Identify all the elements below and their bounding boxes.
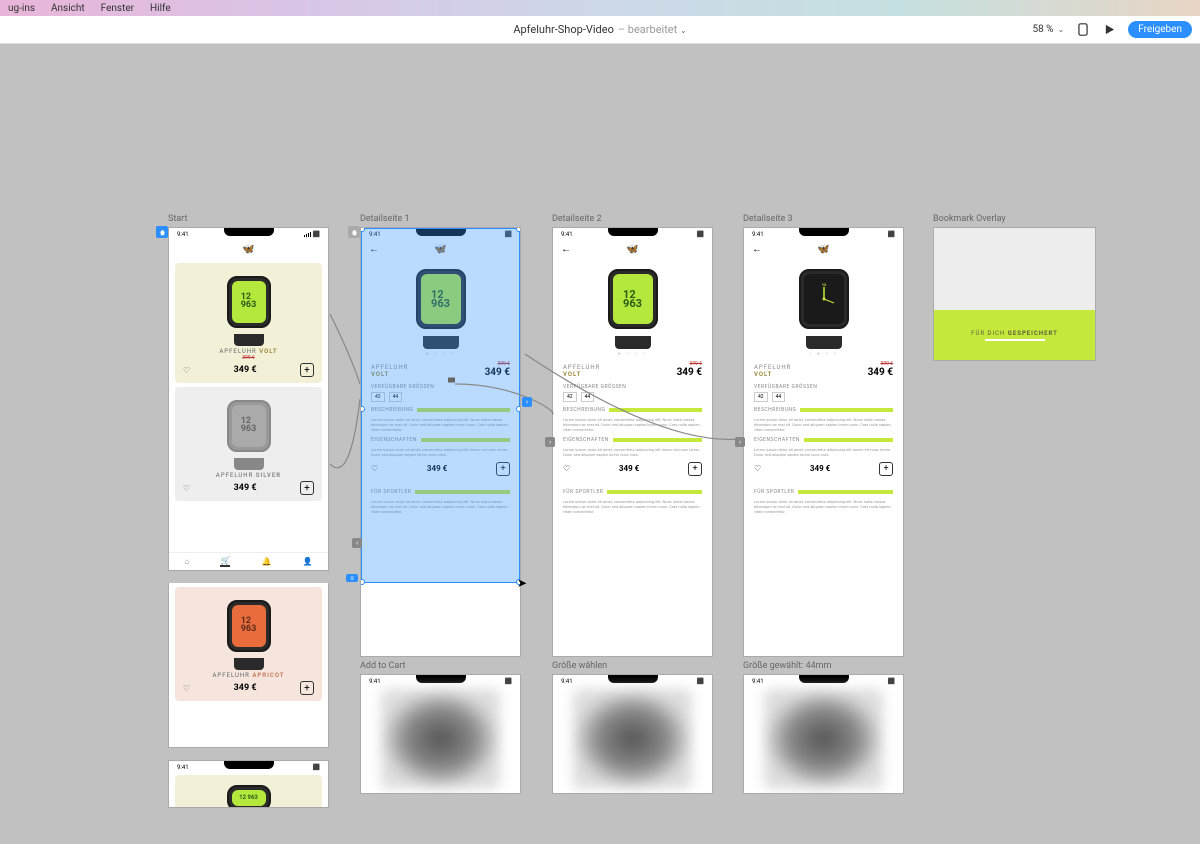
- artboard-detail-3[interactable]: Detailseite 3 9:41⬛ ←🦋 12 ○ ● ○ ○ APFELU…: [743, 214, 904, 657]
- artboard-label[interactable]: Bookmark Overlay: [933, 214, 1096, 224]
- back-arrow-icon[interactable]: ←: [369, 244, 379, 255]
- toolbar: Apfeluhr-Shop-Video– bearbeitet ⌄ 58 %⌄ …: [0, 16, 1200, 44]
- heart-icon[interactable]: ♡: [183, 366, 190, 375]
- artboard-bookmark-overlay[interactable]: Bookmark Overlay FÜR DICH GESPEICHERT: [933, 214, 1096, 361]
- phone-notch: [224, 761, 274, 769]
- back-arrow-icon[interactable]: ←: [561, 244, 571, 255]
- device-preview-icon[interactable]: [1076, 23, 1090, 37]
- menu-hilfe[interactable]: Hilfe: [150, 3, 171, 14]
- watch-image: 12 963: [219, 600, 279, 670]
- menu-ansicht[interactable]: Ansicht: [51, 3, 85, 14]
- interaction-handle[interactable]: ›: [735, 437, 745, 447]
- watch-image: 12 963: [219, 400, 279, 470]
- heart-icon[interactable]: ♡: [371, 464, 378, 473]
- home-artboard-badge[interactable]: [156, 226, 168, 238]
- tab-notif-icon[interactable]: 🔔: [261, 557, 271, 566]
- interaction-handle[interactable]: ›: [522, 397, 532, 407]
- artboard-start[interactable]: Start 9:41 ⬛ 🦋 12 963 APFELUHR VOLT 399 …: [168, 214, 329, 808]
- menubar: ug-ins Ansicht Fenster Hilfe: [0, 0, 1200, 16]
- artboard-size-picked[interactable]: Größe gewählt: 44mm 9:41⬛: [743, 661, 904, 794]
- menu-plugins[interactable]: ug-ins: [8, 3, 35, 14]
- tab-profile-icon[interactable]: 👤: [303, 557, 313, 566]
- menu-fenster[interactable]: Fenster: [101, 3, 134, 14]
- add-button[interactable]: +: [300, 681, 314, 695]
- interaction-handle[interactable]: ›: [545, 437, 555, 447]
- phone-notch: [416, 228, 466, 236]
- cursor-icon: ➤: [517, 576, 527, 590]
- watch-image: 12 963: [219, 276, 279, 346]
- design-canvas[interactable]: Start 9:41 ⬛ 🦋 12 963 APFELUHR VOLT 399 …: [0, 44, 1200, 800]
- product-card-volt[interactable]: 12 963 APFELUHR VOLT 399 € ♡349 €+: [175, 263, 322, 383]
- back-arrow-icon[interactable]: ←: [752, 244, 762, 255]
- artboard-label[interactable]: Detailseite 1: [360, 214, 521, 224]
- share-button[interactable]: Freigeben: [1128, 21, 1192, 38]
- play-icon[interactable]: [1102, 23, 1116, 37]
- heart-icon[interactable]: ♡: [183, 484, 190, 493]
- heart-icon[interactable]: ♡: [183, 684, 190, 693]
- logo-icon: 🦋: [242, 244, 254, 255]
- artboard-add-to-cart[interactable]: Add to Cart 9:41⬛: [360, 661, 521, 794]
- artboard-detail-1[interactable]: Detailseite 1 9:41⬛ ←🦋 12 963 ● ○ ○ ○ AP…: [360, 214, 521, 657]
- product-card-silver[interactable]: 12 963 APFELUHR SILVER ♡349 €+: [175, 387, 322, 501]
- artboard-label[interactable]: Detailseite 2: [552, 214, 713, 224]
- add-button[interactable]: +: [300, 363, 314, 377]
- artboard-label[interactable]: Start: [168, 214, 329, 224]
- interaction-handle[interactable]: ‹: [352, 538, 362, 548]
- blurred-content: [381, 689, 500, 789]
- artboard-size-select[interactable]: Größe wählen 9:41⬛: [552, 661, 713, 794]
- artboard-badge[interactable]: [348, 226, 360, 238]
- svg-text:12: 12: [821, 282, 826, 287]
- add-button[interactable]: +: [496, 462, 510, 476]
- saved-banner: FÜR DICH GESPEICHERT: [934, 310, 1095, 360]
- tab-home-icon[interactable]: ⌂: [185, 557, 190, 566]
- artboard-detail-2[interactable]: Detailseite 2 9:41⬛ ←🦋 12 963 ● ○ ○ ○ AP…: [552, 214, 713, 657]
- selection-measure-badge: ≡: [346, 574, 358, 582]
- product-card-apricot[interactable]: 12 963 APFELUHR APRICOT ♡349 €+: [175, 587, 322, 701]
- size-option[interactable]: 42: [371, 392, 385, 402]
- artboard-label[interactable]: Detailseite 3: [743, 214, 904, 224]
- tab-cart-icon[interactable]: 🛒: [220, 556, 230, 567]
- size-option[interactable]: 44: [389, 392, 403, 402]
- document-title[interactable]: Apfeluhr-Shop-Video– bearbeitet ⌄: [513, 23, 686, 36]
- logo-icon: 🦋: [434, 244, 446, 255]
- chevron-down-icon[interactable]: ⌄: [680, 26, 687, 35]
- add-button[interactable]: +: [300, 481, 314, 495]
- chevron-down-icon[interactable]: ⌄: [1058, 25, 1065, 34]
- zoom-level[interactable]: 58 %⌄: [1032, 24, 1064, 35]
- watch-image: 12 963: [406, 269, 476, 349]
- tab-bar: ⌂ 🛒 🔔 👤: [169, 552, 328, 570]
- phone-notch: [224, 228, 274, 236]
